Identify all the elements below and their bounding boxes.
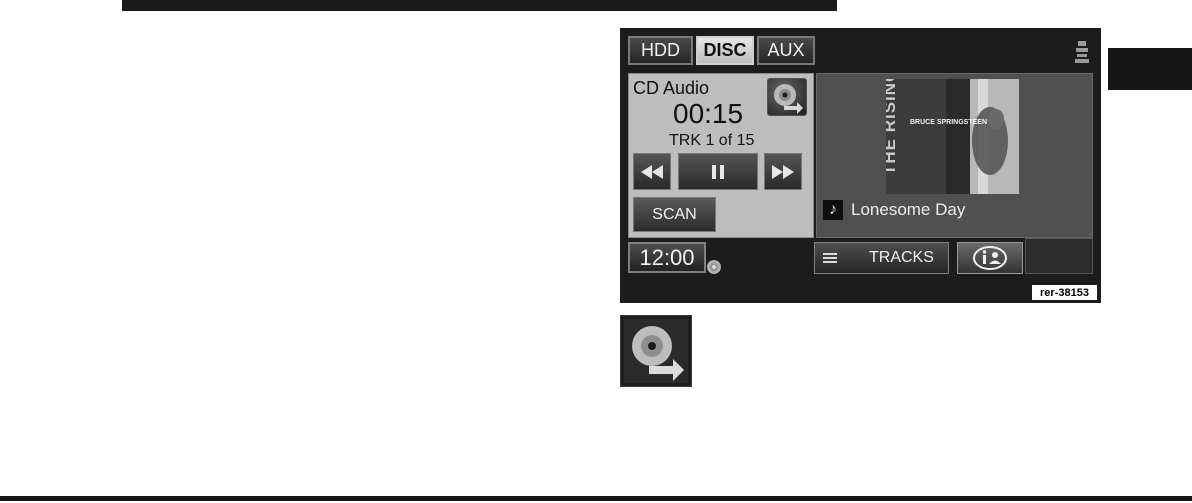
mode-title: CD Audio [633, 78, 710, 98]
source-disc-button[interactable]: DISC [696, 36, 754, 65]
tracks-button[interactable]: TRACKS [814, 242, 949, 274]
eject-disc-icon [620, 315, 692, 387]
pause-icon [712, 164, 724, 179]
album-art: THE RISING BRUCE SPRINGSTEEN [886, 79, 1019, 194]
album-title-text: THE RISING [886, 79, 899, 175]
list-icon [823, 252, 837, 264]
source-aux-button[interactable]: AUX [757, 36, 815, 65]
music-note-icon: ♪ [823, 200, 843, 220]
info-icon [973, 246, 1007, 270]
info-button[interactable] [957, 242, 1023, 274]
scan-button[interactable]: SCAN [633, 197, 716, 232]
seat-icon[interactable] [1074, 40, 1090, 64]
eject-disc-button[interactable] [767, 78, 807, 116]
pause-button[interactable] [678, 153, 758, 190]
song-row: ♪ Lonesome Day [823, 200, 965, 220]
player-panel: CD Audio 00:15 TRK 1 of 15 SCAN [628, 73, 814, 238]
source-hdd-button[interactable]: HDD [628, 36, 693, 65]
top-rule [122, 0, 837, 11]
rewind-icon [641, 164, 663, 179]
rewind-button[interactable] [633, 153, 671, 190]
album-artist-text: BRUCE SPRINGSTEEN [910, 119, 987, 126]
fast-forward-icon [772, 164, 794, 179]
empty-button[interactable] [1025, 238, 1093, 274]
section-tab [1108, 48, 1192, 90]
eject-disc-icon [774, 84, 803, 114]
elapsed-time: 00:15 [673, 98, 744, 129]
now-playing-panel: THE RISING BRUCE SPRINGSTEEN ♪ Lonesome … [816, 73, 1093, 238]
reference-code: rer-38153 [1032, 285, 1097, 300]
song-title: Lonesome Day [851, 200, 966, 219]
track-info: TRK 1 of 15 [669, 132, 755, 149]
tracks-label: TRACKS [869, 249, 934, 266]
cd-indicator-icon [707, 260, 721, 274]
bottom-rule [0, 496, 1192, 501]
clock-button[interactable]: 12:00 [628, 242, 706, 273]
fast-forward-button[interactable] [764, 153, 802, 190]
radio-screen: HDD DISC AUX CD Audio 00:15 TRK 1 of 15 [620, 28, 1101, 303]
